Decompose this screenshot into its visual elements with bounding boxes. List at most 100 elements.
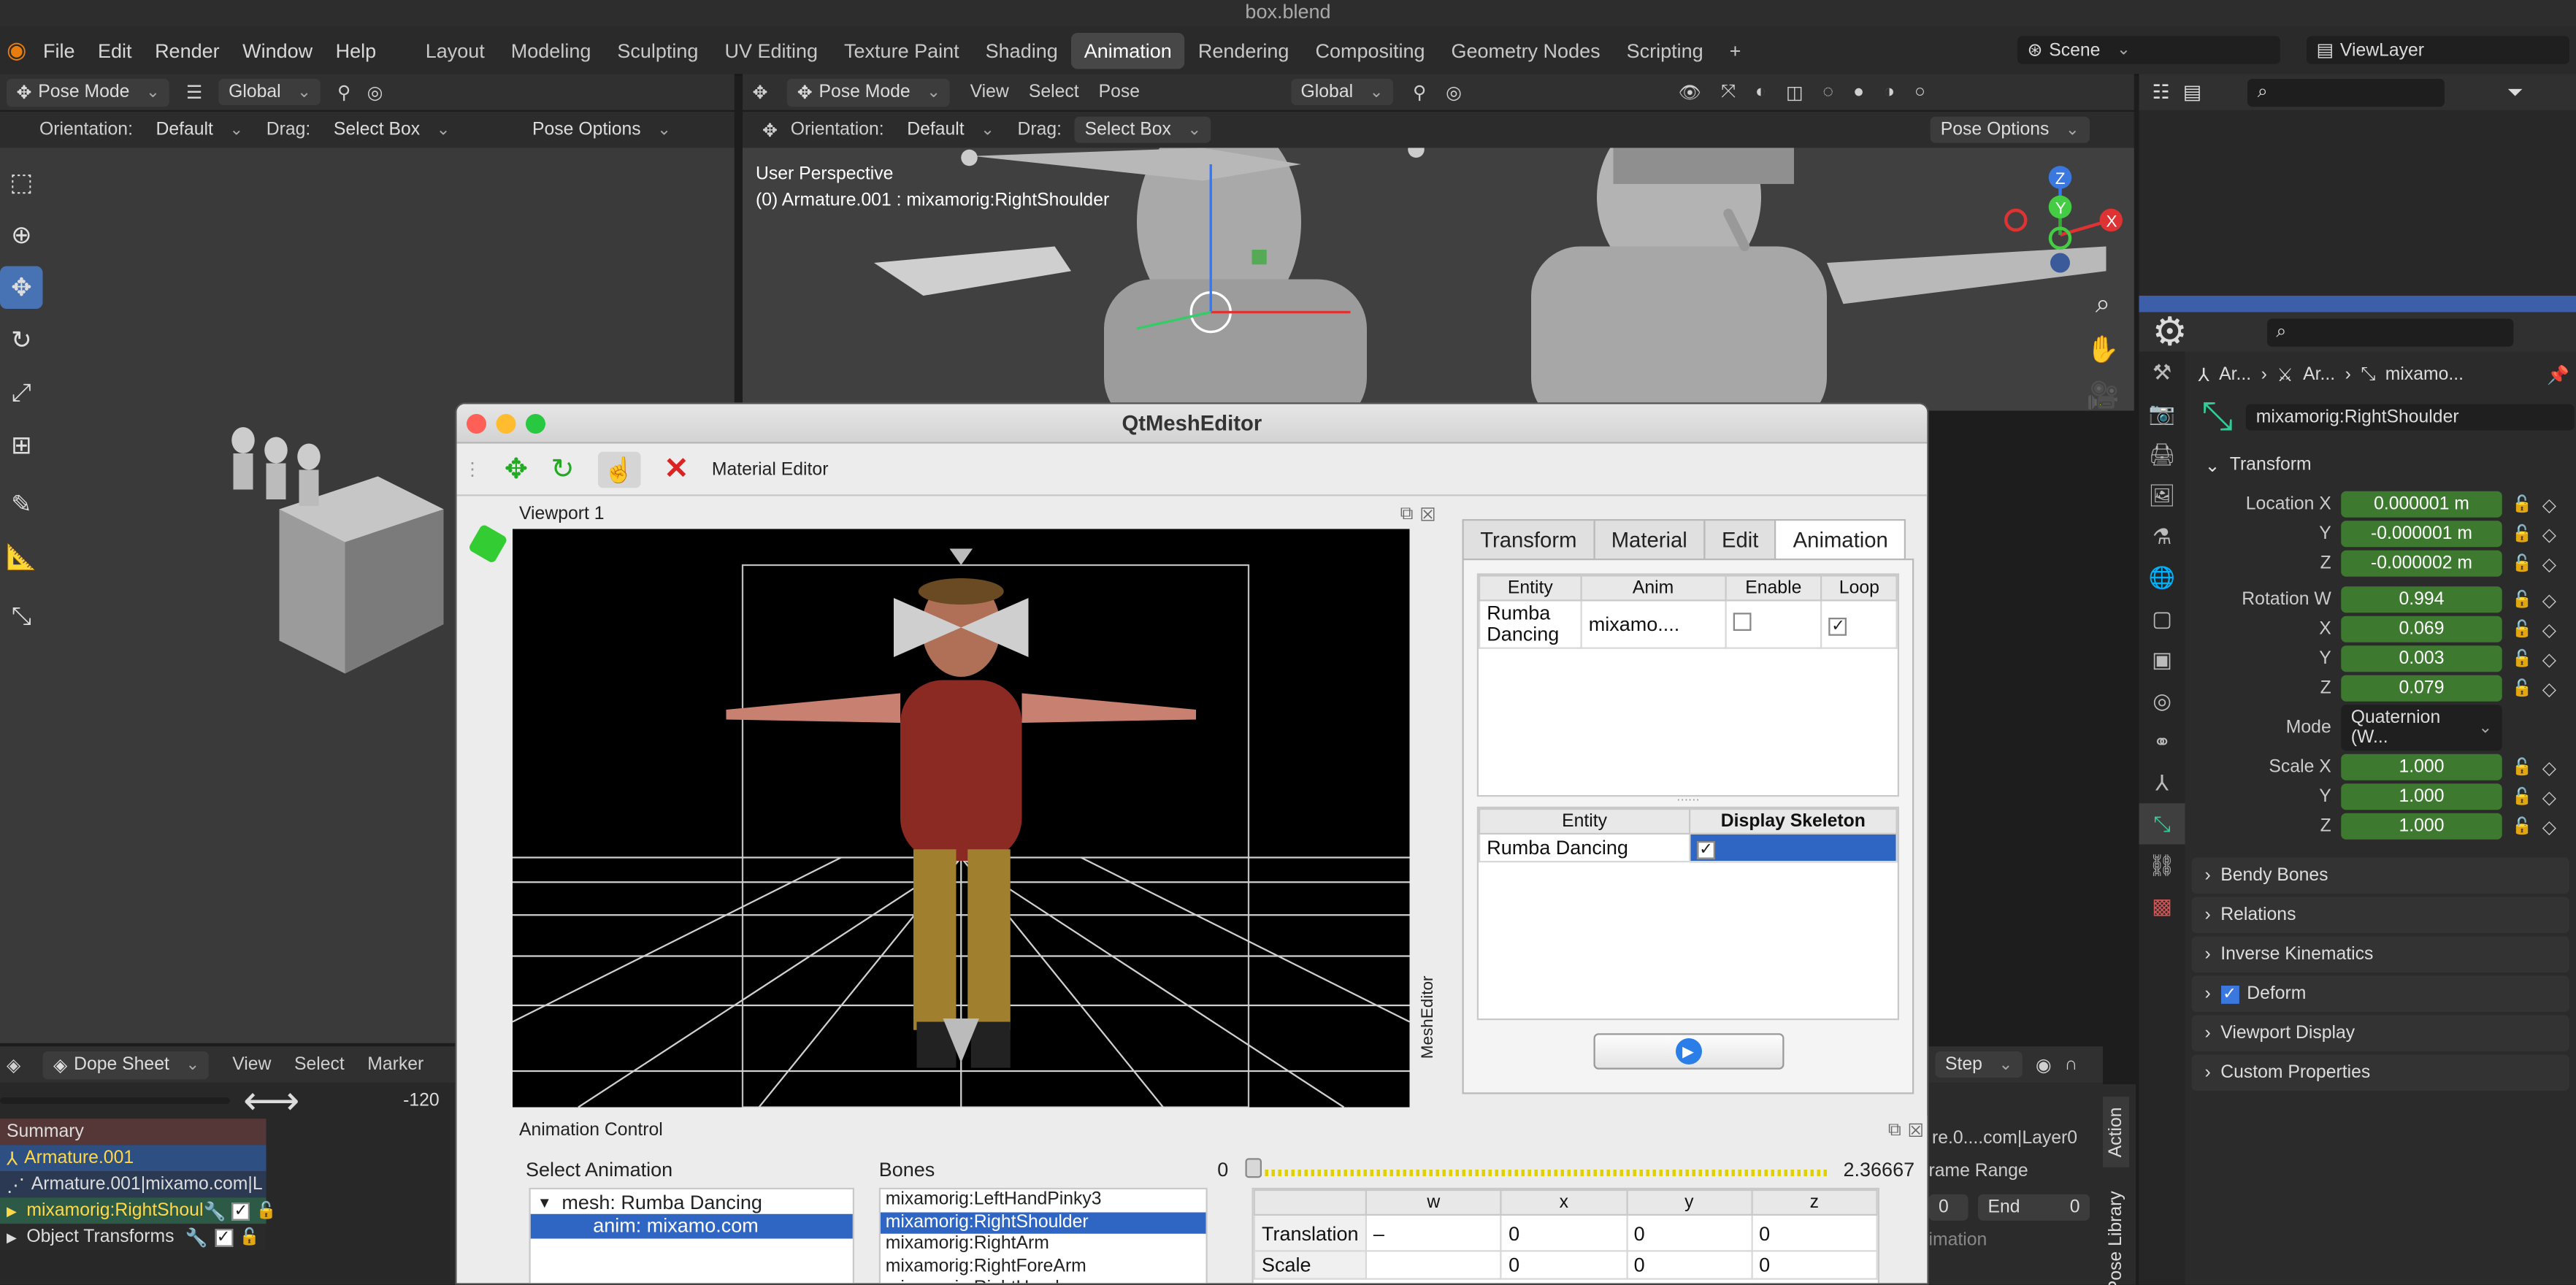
- wrench-icon[interactable]: 🔧: [203, 1200, 226, 1221]
- unlock-icon[interactable]: 🔓: [239, 1228, 259, 1246]
- bone-list-item[interactable]: mixamorig:RightForeArm: [881, 1256, 1206, 1278]
- display-mode-icon[interactable]: ▤: [2183, 80, 2202, 104]
- bone-list-item[interactable]: mixamorig:RightHand: [881, 1278, 1206, 1284]
- collection-tab-icon[interactable]: ▢: [2139, 598, 2185, 639]
- outliner-selected-row[interactable]: [2139, 296, 2576, 312]
- channel-expand-icon[interactable]: ▶: [7, 1203, 17, 1218]
- lock-icon[interactable]: 🔓: [2512, 679, 2532, 697]
- vp-drag-dropdown[interactable]: Select Box: [1075, 116, 1211, 143]
- menu-file[interactable]: File: [43, 39, 75, 62]
- add-workspace-button[interactable]: +: [1717, 32, 1755, 69]
- zoom-window-button[interactable]: [526, 414, 545, 434]
- keyframe-icon[interactable]: ◇: [2542, 678, 2556, 699]
- filter-icon[interactable]: ⏷: [2507, 80, 2523, 104]
- keyframe-icon[interactable]: ◇: [2542, 523, 2556, 545]
- transform-tool-icon[interactable]: ⊞: [0, 424, 43, 467]
- drag-dropdown[interactable]: Select Box: [323, 117, 460, 143]
- dope-search-input[interactable]: [0, 1097, 230, 1104]
- measure-tool-icon[interactable]: 📐: [0, 536, 43, 579]
- table-row[interactable]: Translation – 0 0 0: [1253, 1213, 1878, 1252]
- tab-shading[interactable]: Shading: [973, 32, 1071, 69]
- cell-x[interactable]: 0: [1500, 1213, 1628, 1252]
- location-field[interactable]: -0.000002 m: [2341, 550, 2502, 577]
- tree-mesh-item[interactable]: ▼ mesh: Rumba Dancing: [531, 1189, 853, 1214]
- channel-checkbox[interactable]: ✓: [214, 1227, 233, 1246]
- menu-help[interactable]: Help: [336, 39, 377, 62]
- tab-material[interactable]: Material: [1592, 519, 1706, 559]
- channel-checkbox[interactable]: ✓: [232, 1201, 250, 1220]
- lock-icon[interactable]: 🔓: [2512, 591, 2532, 609]
- constraints-tab-icon[interactable]: ⚭: [2139, 721, 2185, 762]
- anim-close-icon[interactable]: ☒: [1908, 1119, 1924, 1141]
- col-entity[interactable]: Entity: [1479, 575, 1582, 602]
- unlock-icon[interactable]: 🔓: [256, 1202, 277, 1220]
- panel-header-inverse-kinematics[interactable]: › Inverse Kinematics: [2191, 936, 2569, 973]
- cell-display-skeleton[interactable]: ✓: [1689, 832, 1898, 863]
- col-w[interactable]: w: [1365, 1189, 1503, 1216]
- outliner-editor-icon[interactable]: ☷: [2153, 80, 2170, 104]
- close-window-button[interactable]: [467, 414, 486, 434]
- rotation-field[interactable]: 0.069: [2341, 615, 2502, 642]
- add-mesh-icon[interactable]: [467, 523, 508, 564]
- material-editor-button[interactable]: Material Editor: [712, 459, 829, 479]
- cursor-tool-icon[interactable]: ⊕: [0, 214, 43, 257]
- object-tab-icon[interactable]: ▣: [2139, 639, 2185, 680]
- keyframe-icon[interactable]: ◇: [2542, 553, 2556, 574]
- qt-3d-render[interactable]: [513, 529, 1410, 1108]
- end-field[interactable]: End 0: [1978, 1194, 2090, 1221]
- render-tab-icon[interactable]: 📷: [2139, 393, 2185, 434]
- lock-icon[interactable]: 🔓: [2512, 620, 2532, 638]
- cell-loop[interactable]: ✓: [1820, 599, 1898, 649]
- keyframe-icon[interactable]: ◇: [2542, 618, 2556, 640]
- dope-select-menu[interactable]: Select: [294, 1055, 345, 1075]
- interpolation-dropdown[interactable]: Step: [1935, 1051, 2023, 1078]
- swap-arrows-icon[interactable]: ⟷: [243, 1077, 299, 1124]
- display-skeleton-checkbox[interactable]: ✓: [1697, 841, 1715, 859]
- dope-channel-row[interactable]: ▶ mixamorig:RightShoul 🔧 ✓ 🔓: [0, 1197, 277, 1224]
- dope-channel-row[interactable]: Summary: [0, 1119, 267, 1146]
- location-field[interactable]: 0.000001 m: [2341, 491, 2502, 518]
- dope-channel-row[interactable]: ⋰ Armature.001|mixamo.com|L: [0, 1171, 267, 1198]
- bone-list-item[interactable]: mixamorig:RightShoulder: [881, 1211, 1206, 1234]
- panel-header-custom-properties[interactable]: › Custom Properties: [2191, 1054, 2569, 1091]
- scale-field[interactable]: 1.000: [2341, 753, 2502, 780]
- tab-action[interactable]: Action: [2103, 1097, 2129, 1167]
- vp-pose-options-dropdown[interactable]: Pose Options: [1931, 116, 2090, 143]
- cell-z[interactable]: 0: [1750, 1250, 1878, 1280]
- menu-render[interactable]: Render: [155, 39, 220, 62]
- mesh-editor-side-label[interactable]: MeshEditor: [1419, 976, 1438, 1059]
- zoom-icon[interactable]: ⌕: [2083, 283, 2123, 329]
- vp-proportional-icon[interactable]: ◎: [1446, 81, 1462, 103]
- tab-modeling[interactable]: Modeling: [498, 32, 605, 69]
- splitter-handle[interactable]: ⋯⋯: [1477, 795, 1899, 807]
- col-display-skeleton[interactable]: Display Skeleton: [1689, 808, 1898, 835]
- mode-dropdown[interactable]: ✥ Pose Mode: [7, 77, 170, 107]
- table-row[interactable]: Scale 0 0 0: [1253, 1250, 1878, 1280]
- vp-orientation-dropdown[interactable]: Default: [897, 117, 1005, 143]
- properties-editor-icon[interactable]: ⚙: [2153, 308, 2188, 356]
- dope-channel-row[interactable]: ▶ Object Transforms 🔧 ✓ 🔓: [0, 1224, 267, 1251]
- bone-list-item[interactable]: mixamorig:RightArm: [881, 1234, 1206, 1256]
- keyframe-icon[interactable]: ◇: [2542, 816, 2556, 837]
- pin-icon[interactable]: 📌: [2547, 364, 2569, 386]
- vp-snap-icon[interactable]: ⚲: [1413, 81, 1426, 103]
- rotate-tool-icon[interactable]: ↻: [551, 453, 574, 486]
- transform-panel-header[interactable]: ⌄ Transform: [2192, 447, 2570, 483]
- tab-compositing[interactable]: Compositing: [1302, 32, 1438, 69]
- tab-pose-library[interactable]: Pose Library: [2103, 1181, 2129, 1285]
- col-loop[interactable]: Loop: [1820, 575, 1898, 602]
- scene-selector[interactable]: ⊛ Scene: [2017, 36, 2280, 64]
- rotate-tool-icon[interactable]: ↻: [0, 319, 43, 362]
- proportional-icon[interactable]: ◎: [367, 81, 383, 103]
- visibility-icon[interactable]: 👁: [1679, 81, 1701, 103]
- navigation-gizmo[interactable]: Z X Y: [1999, 161, 2123, 285]
- tab-transform[interactable]: Transform: [1462, 519, 1595, 559]
- tab-edit[interactable]: Edit: [1703, 519, 1777, 559]
- snap-dot-icon[interactable]: ◉: [2036, 1054, 2052, 1075]
- lock-icon[interactable]: 🔓: [2512, 554, 2532, 572]
- tab-animation[interactable]: Animation: [1070, 31, 1185, 69]
- snap-icon[interactable]: ⚲: [337, 81, 350, 103]
- table-row[interactable]: Rumba Dancing ✓: [1479, 832, 1898, 863]
- output-tab-icon[interactable]: 🖨: [2139, 434, 2185, 475]
- keyframe-icon[interactable]: ◇: [2542, 648, 2556, 670]
